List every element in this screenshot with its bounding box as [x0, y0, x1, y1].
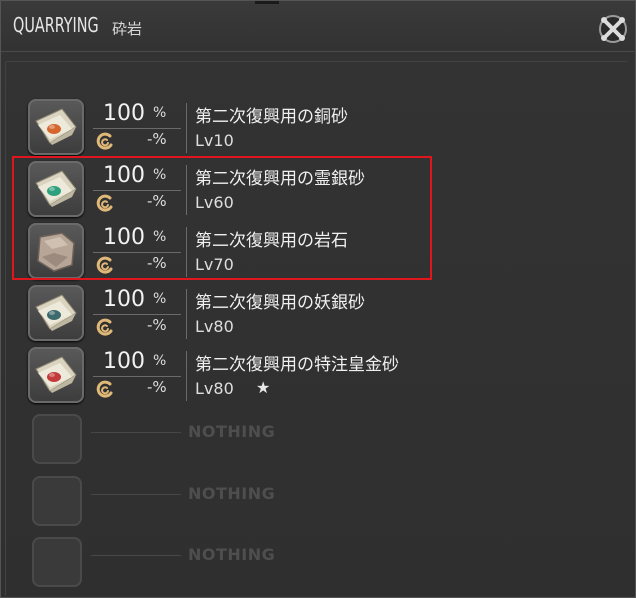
item-icon-slot[interactable] [28, 99, 84, 155]
hq-rate: -% [147, 316, 167, 334]
item-level: Lv80 [195, 379, 234, 398]
column-divider [186, 351, 187, 401]
item-row[interactable]: 100 % -% 第二次復興用の銅砂 Lv10 [1, 99, 636, 161]
gathering-window: QUARRYING 砕岩 100 % -% 第二次復興用の銅砂 Lv10 100… [0, 0, 636, 598]
divider [93, 128, 181, 129]
percent-sign: % [153, 291, 167, 307]
empty-divider [91, 432, 181, 433]
hq-rate: -% [147, 130, 167, 148]
empty-item-slot [32, 476, 82, 526]
item-icon-slot[interactable] [28, 347, 84, 403]
item-level: Lv10 [195, 131, 234, 150]
gather-rate: 100 [103, 287, 145, 312]
close-icon[interactable] [597, 13, 629, 45]
percent-sign: % [153, 353, 167, 369]
item-name: 第二次復興用の妖銀砂 [195, 293, 365, 313]
star-icon: ★ [256, 378, 271, 397]
divider [93, 376, 181, 377]
window-subtitle: 砕岩 [112, 20, 143, 38]
percent-sign: % [153, 105, 167, 121]
column-divider [186, 103, 187, 153]
item-level: Lv80 [195, 317, 234, 336]
hq-chance-icon [96, 318, 113, 336]
empty-divider [91, 494, 181, 495]
gather-rate: 100 [103, 101, 145, 126]
hq-chance-icon [96, 132, 113, 150]
empty-slot-label: NOTHING [188, 545, 276, 564]
divider [93, 314, 181, 315]
empty-item-slot [32, 414, 82, 464]
empty-divider [91, 555, 181, 556]
window-title: QUARRYING [13, 13, 99, 37]
item-name: 第二次復興用の特注皇金砂 [195, 355, 399, 375]
item-name: 第二次復興用の銅砂 [195, 107, 348, 127]
item-row[interactable]: 100 % -% 第二次復興用の特注皇金砂 Lv80 ★ [1, 347, 636, 409]
empty-slot-label: NOTHING [188, 422, 276, 441]
column-divider [186, 289, 187, 339]
hq-chance-icon [96, 380, 113, 398]
item-row[interactable]: 100 % -% 第二次復興用の妖銀砂 Lv80 [1, 285, 636, 347]
window-titlebar[interactable]: QUARRYING 砕岩 [1, 1, 636, 52]
empty-item-slot [32, 537, 82, 587]
empty-slot-label: NOTHING [188, 484, 276, 503]
hq-rate: -% [147, 378, 167, 396]
item-icon-slot[interactable] [28, 285, 84, 341]
selection-highlight [12, 156, 432, 280]
gather-rate: 100 [103, 349, 145, 374]
